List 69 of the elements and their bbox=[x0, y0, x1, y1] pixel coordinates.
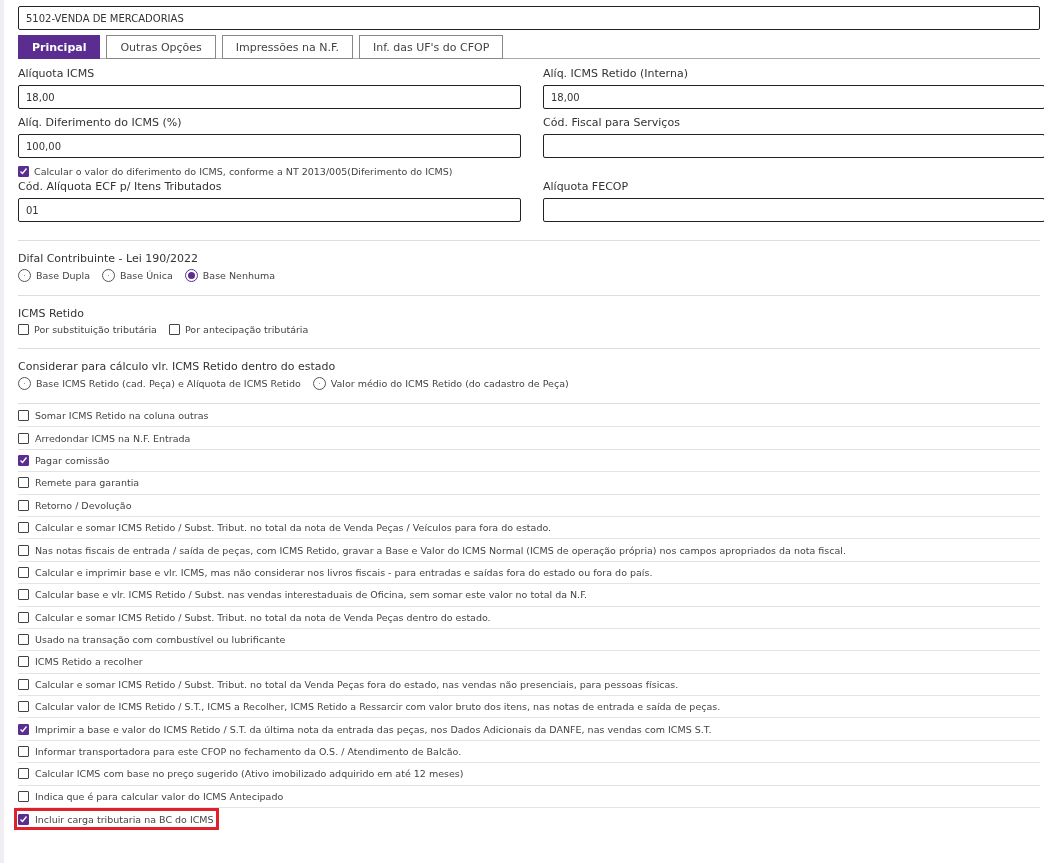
checkbox-label: Usado na transação com combustível ou lubrificante bbox=[35, 634, 286, 646]
tab[interactable]: Inf. das UF's do CFOP bbox=[359, 35, 504, 59]
checkbox-label: Imprimir a base e valor do ICMS Retido / S.T. da última nota da entrada das peças, nos Dados Adicionais da DANFE, nas vendas com ICMS S.T. bbox=[35, 723, 712, 735]
field-label: Alíquota FECOP bbox=[543, 180, 630, 195]
checkbox[interactable] bbox=[18, 544, 29, 556]
checkbox[interactable] bbox=[18, 790, 29, 802]
tab[interactable]: Impressões na N.F. bbox=[221, 35, 353, 59]
checkbox[interactable] bbox=[18, 701, 29, 713]
radio-label: Base Única bbox=[120, 270, 173, 281]
checkbox-label: Calcular e somar ICMS Retido / Subst. Tribut. no total da nota de Venda Peças dentro do estado. bbox=[35, 611, 491, 623]
checkbox-label: Nas notas fiscais de entrada / saída de peças, com ICMS Retido, gravar a Base e Valor do ICMS Normal (ICMS de operação própria) nos campos apropriados da nota fiscal. bbox=[35, 544, 846, 556]
checkbox[interactable] bbox=[18, 454, 29, 466]
input-field[interactable]: 18,00 bbox=[18, 85, 521, 109]
checkbox[interactable] bbox=[18, 611, 29, 623]
checkbox[interactable] bbox=[18, 432, 29, 444]
input-field[interactable]: 18,00 bbox=[543, 85, 1044, 109]
checkbox[interactable] bbox=[18, 410, 29, 422]
checkbox-label: ICMS Retido a recolher bbox=[35, 656, 143, 668]
checkbox[interactable] bbox=[18, 522, 29, 534]
checkbox[interactable] bbox=[18, 634, 29, 646]
checkbox-label: Por antecipação tributária bbox=[184, 324, 309, 335]
checkbox[interactable] bbox=[18, 656, 29, 668]
checkbox[interactable] bbox=[168, 324, 180, 335]
checkbox-label: Somar ICMS Retido na coluna outras bbox=[35, 410, 209, 422]
field-label: Cód. Alíquota ECF p/ Itens Tributados bbox=[18, 180, 223, 195]
checkbox-label: Remete para garantia bbox=[35, 477, 140, 489]
tab[interactable]: Principal bbox=[18, 35, 101, 59]
section-title: Considerar para cálculo vlr. ICMS Retido dentro do estado bbox=[18, 360, 337, 373]
radio-label: Base ICMS Retido (cad. Peça) e Alíquota de ICMS Retido bbox=[36, 378, 301, 389]
checkbox[interactable] bbox=[18, 678, 29, 690]
checkbox[interactable] bbox=[18, 589, 29, 601]
checkbox[interactable] bbox=[18, 499, 29, 511]
checkbox-label: Calcular ICMS com base no preço sugerido (Ativo imobilizado adquirido em até 12 meses) bbox=[35, 768, 464, 780]
section-title: Difal Contribuinte - Lei 190/2022 bbox=[18, 252, 199, 265]
checkbox-label: Calcular base e vlr. ICMS Retido / Subst. nas vendas interestaduais de Oficina, sem somar este valor no total da N.F. bbox=[35, 589, 588, 601]
checkbox-label: Calcular valor de ICMS Retido / S.T., ICMS a Recolher, ICMS Retido a Ressarcir com valor bruto dos itens, nas notas de entrada e saída de peças. bbox=[35, 701, 721, 713]
checkbox-label: Calcular o valor do diferimento do ICMS, conforme a NT 2013/005(Diferimento do ICMS) bbox=[34, 166, 453, 177]
input-field[interactable]: 100,00 bbox=[18, 134, 521, 158]
tab[interactable]: Outras Opções bbox=[106, 35, 216, 59]
checkbox-label: Incluir carga tributaria na BC do ICMS bbox=[35, 813, 214, 825]
field-label: Alíquota ICMS bbox=[18, 67, 96, 82]
cfop-field[interactable]: 5102-VENDA DE MERCADORIAS bbox=[18, 6, 1040, 30]
input-field[interactable] bbox=[543, 198, 1044, 222]
checkbox[interactable] bbox=[18, 723, 29, 735]
checkbox[interactable] bbox=[18, 746, 29, 758]
checkbox-label: Por substituição tributária bbox=[34, 324, 157, 335]
checkbox-label: Calcular e somar ICMS Retido / Subst. Tribut. no total da Venda Peças fora do estado, nas vendas não presenciais, para pessoas físicas. bbox=[35, 678, 679, 690]
input-field[interactable] bbox=[543, 134, 1044, 158]
radio-label: Base Nenhuma bbox=[202, 270, 276, 281]
checkbox[interactable] bbox=[18, 566, 29, 578]
checkbox-label: Informar transportadora para este CFOP no fechamento da O.S. / Atendimento de Balcão. bbox=[35, 746, 462, 758]
radio-label: Valor médio do ICMS Retido (do cadastro de Peça) bbox=[330, 378, 569, 389]
input-field[interactable]: 01 bbox=[18, 198, 521, 222]
field-label: Cód. Fiscal para Serviços bbox=[543, 116, 681, 131]
checkbox-label: Arredondar ICMS na N.F. Entrada bbox=[35, 432, 191, 444]
checkbox[interactable] bbox=[18, 813, 29, 825]
checkbox-label: Indica que é para calcular valor do ICMS Antecipado bbox=[35, 790, 284, 802]
checkbox[interactable] bbox=[18, 166, 29, 177]
checkbox-label: Pagar comissão bbox=[35, 454, 110, 466]
radio-label: Base Dupla bbox=[36, 270, 90, 281]
checkbox-label: Calcular e imprimir base e vlr. ICMS, mas não considerar nos livros fiscais - para entradas e saídas fora do estado ou fora do país. bbox=[35, 566, 653, 578]
checkbox-label: Retorno / Devolução bbox=[35, 499, 132, 511]
field-label: Alíq. ICMS Retido (Interna) bbox=[543, 67, 689, 82]
section-title: ICMS Retido bbox=[18, 307, 85, 320]
field-label: Alíq. Diferimento do ICMS (%) bbox=[18, 116, 183, 131]
checkbox[interactable] bbox=[18, 324, 29, 335]
checkbox[interactable] bbox=[18, 477, 29, 489]
checkbox-label: Calcular e somar ICMS Retido / Subst. Tribut. no total da nota de Venda Peças / Veículos para fora do estado. bbox=[35, 522, 552, 534]
checkbox[interactable] bbox=[18, 768, 29, 780]
